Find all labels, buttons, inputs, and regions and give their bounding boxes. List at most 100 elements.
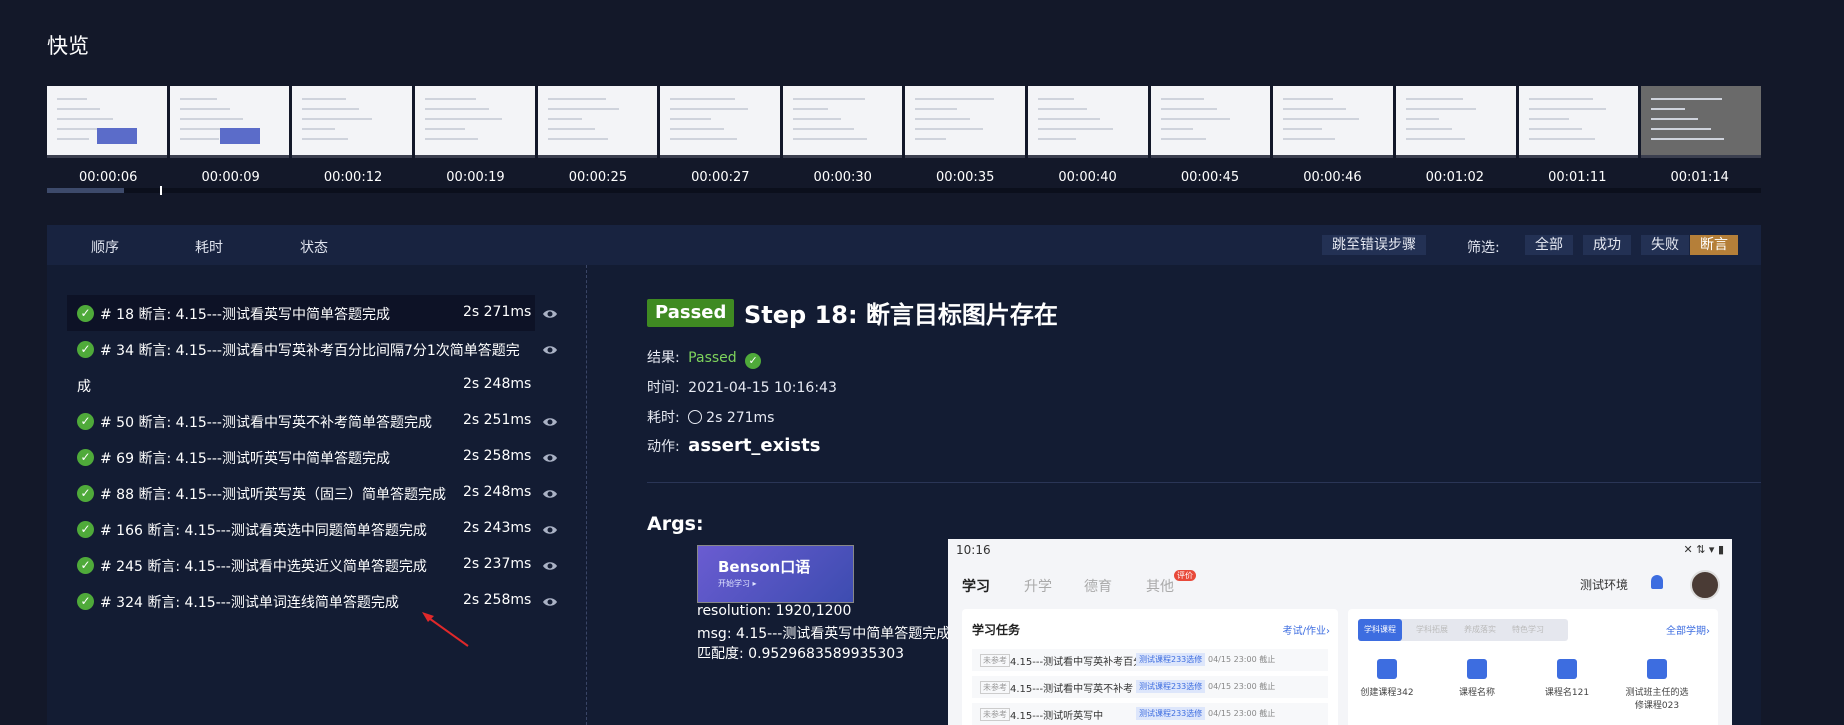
thumbnail-line xyxy=(302,108,360,110)
check-icon: ✓ xyxy=(77,341,94,358)
column-order[interactable]: 顺序 xyxy=(91,237,119,257)
step-duration: 2s 258ms xyxy=(463,592,532,608)
duration-label: 耗时: xyxy=(647,410,680,426)
filter-fail-button[interactable]: 失败 xyxy=(1641,235,1689,255)
timeline-progress[interactable] xyxy=(47,186,1761,195)
timeline-time: 00:00:40 xyxy=(1058,170,1117,185)
timeline-time: 00:00:19 xyxy=(446,170,505,185)
thumbnail-line xyxy=(1283,138,1336,140)
eye-icon[interactable] xyxy=(542,342,558,358)
timeline-time: 00:01:14 xyxy=(1670,170,1729,185)
preview-row-chip: 测试课程233选修 xyxy=(1136,680,1206,693)
thumbnail-line xyxy=(179,108,230,110)
thumbnail-line xyxy=(1160,98,1204,100)
timeline-thumbnail[interactable] xyxy=(414,86,535,158)
step-duration: 2s 271ms xyxy=(463,304,532,320)
step-item[interactable]: ✓ # 18 断言: 4.15---测试看英写中简单答题完成 2s 271ms xyxy=(67,295,587,331)
thumbnail-line xyxy=(670,128,725,130)
timeline-thumbnail[interactable] xyxy=(1150,86,1271,158)
progress-marker[interactable] xyxy=(160,186,163,195)
thumbnail-line xyxy=(1160,118,1230,120)
target-image-title: Benson口语 xyxy=(718,558,811,576)
timeline-thumbnail[interactable] xyxy=(169,86,290,158)
timeline-thumbnail[interactable] xyxy=(1028,86,1148,158)
thumbnail-line xyxy=(179,118,243,120)
timeline-time: 00:00:12 xyxy=(323,170,383,185)
thumbnail-bar xyxy=(169,155,290,158)
thumbnail-line xyxy=(1038,118,1101,120)
jump-to-error-button[interactable]: 跳至错误步骤 xyxy=(1322,235,1426,255)
thumbnail-line xyxy=(1283,118,1360,120)
preview-course-tab: 养成落实 xyxy=(1464,625,1496,634)
thumbnail-block xyxy=(219,128,260,144)
thumbnail-block xyxy=(97,128,137,144)
eye-icon[interactable] xyxy=(542,558,558,574)
result-label: 结果: xyxy=(647,350,680,366)
step-item[interactable]: ✓ # 50 断言: 4.15---测试看中写英不补考简单答题完成 2s 251… xyxy=(67,403,587,439)
time-row: 时间: 2021-04-15 10:16:43 xyxy=(647,377,837,397)
thumbnail-line xyxy=(547,98,606,100)
eye-icon[interactable] xyxy=(542,486,558,502)
thumbnail-line xyxy=(57,118,113,120)
timeline-thumbnail[interactable] xyxy=(660,86,780,158)
check-icon: ✓ xyxy=(77,305,94,322)
step-duration: 2s 248ms xyxy=(463,376,532,392)
column-status[interactable]: 状态 xyxy=(300,237,328,257)
eye-icon[interactable] xyxy=(542,594,558,610)
thumbnail-line xyxy=(1651,108,1686,110)
result-row: 结果: Passed ✓ xyxy=(647,347,762,369)
eye-icon[interactable] xyxy=(542,522,558,538)
step-item[interactable]: ✓ # 34 断言: 4.15---测试看中写英补考百分比间隔7分1次简单答题完… xyxy=(67,331,587,403)
panel-header: 顺序 耗时 状态 跳至错误步骤 筛选: 全部 成功 失败 断言 xyxy=(47,225,1761,265)
thumbnail-strip xyxy=(47,86,1761,158)
preview-tab-study: 学习 xyxy=(962,579,990,595)
timeline-thumbnail[interactable] xyxy=(782,86,903,158)
thumbnail-line xyxy=(302,98,347,100)
eye-icon[interactable] xyxy=(542,414,558,430)
timeline-thumbnail[interactable] xyxy=(47,86,167,158)
filter-assert-button[interactable]: 断言 xyxy=(1690,235,1738,255)
eye-icon[interactable] xyxy=(542,450,558,466)
preview-row-text: 4.15---测试看中写英不补考 xyxy=(1010,684,1134,695)
action-row: 动作: assert_exists xyxy=(647,435,820,456)
thumbnail-bar xyxy=(1150,155,1271,158)
timeline-thumbnail[interactable] xyxy=(1396,86,1516,158)
timeline-thumbnail[interactable] xyxy=(1518,86,1639,158)
timeline-times: 00:00:06 00:00:09 00:00:12 00:00:19 00:00:25… xyxy=(47,170,1761,185)
timeline-thumbnail[interactable] xyxy=(1273,86,1394,158)
thumbnail-line xyxy=(1038,138,1077,140)
arg-match: 匹配度: 0.9529683589935303 xyxy=(697,646,905,662)
step-item[interactable]: ✓ # 245 断言: 4.15---测试看中选英近义简单答题完成 2s 237… xyxy=(67,547,587,583)
check-icon: ✓ xyxy=(77,521,94,538)
preview-row-chip: 测试课程233选修 xyxy=(1136,653,1206,666)
step-item[interactable]: ✓ # 166 断言: 4.15---测试看英选中同题简单答题完成 2s 243… xyxy=(67,511,587,547)
check-icon: ✓ xyxy=(77,413,94,430)
target-image[interactable]: Benson口语 开始学习 ▸ xyxy=(697,545,854,603)
filter-success-button[interactable]: 成功 xyxy=(1583,235,1631,255)
step-item[interactable]: ✓ # 69 断言: 4.15---测试听英写中简单答题完成 2s 258ms xyxy=(67,439,587,475)
thumbnail-line xyxy=(1406,138,1466,140)
timeline-time: 00:01:02 xyxy=(1425,170,1485,185)
step-label-wrap: 成 xyxy=(77,379,91,395)
eye-icon[interactable] xyxy=(542,306,558,322)
screenshot-preview[interactable]: 10:16 ✕ ⇅ ▾ ▮ 学习 升学 德育 其他 评价 测试环境 学习任务 考… xyxy=(948,539,1732,725)
thumbnail-line xyxy=(1406,98,1464,100)
thumbnail-line xyxy=(1160,108,1217,110)
thumbnail-line xyxy=(792,138,867,140)
timeline-thumbnail[interactable] xyxy=(1641,86,1761,158)
duration-row: 耗时: 2s 271ms xyxy=(647,407,774,427)
step-item[interactable]: ✓ # 324 断言: 4.15---测试单词连线简单答题完成 2s 258ms xyxy=(67,583,587,619)
timeline-thumbnail[interactable] xyxy=(905,86,1026,158)
preview-task-row: 未参考 4.15---测试听英写中 测试课程233选修 04/15 23:00 … xyxy=(972,703,1328,725)
step-label: # 18 断言: 4.15---测试看英写中简单答题完成 xyxy=(100,307,390,323)
timeline-thumbnail[interactable] xyxy=(537,86,658,158)
preview-course-label: 课程名121 xyxy=(1544,688,1590,698)
step-item[interactable]: ✓ # 88 断言: 4.15---测试听英写英（固三）简单答题完成 2s 24… xyxy=(67,475,587,511)
timeline-thumbnail[interactable] xyxy=(292,86,412,158)
filter-all-button[interactable]: 全部 xyxy=(1525,235,1573,255)
thumbnail-line xyxy=(1651,98,1723,100)
column-duration[interactable]: 耗时 xyxy=(195,237,223,257)
preview-badge: 评价 xyxy=(1174,570,1196,581)
preview-row-chip: 测试课程233选修 xyxy=(1136,707,1206,720)
preview-row-tag: 未参考 xyxy=(980,708,1010,721)
